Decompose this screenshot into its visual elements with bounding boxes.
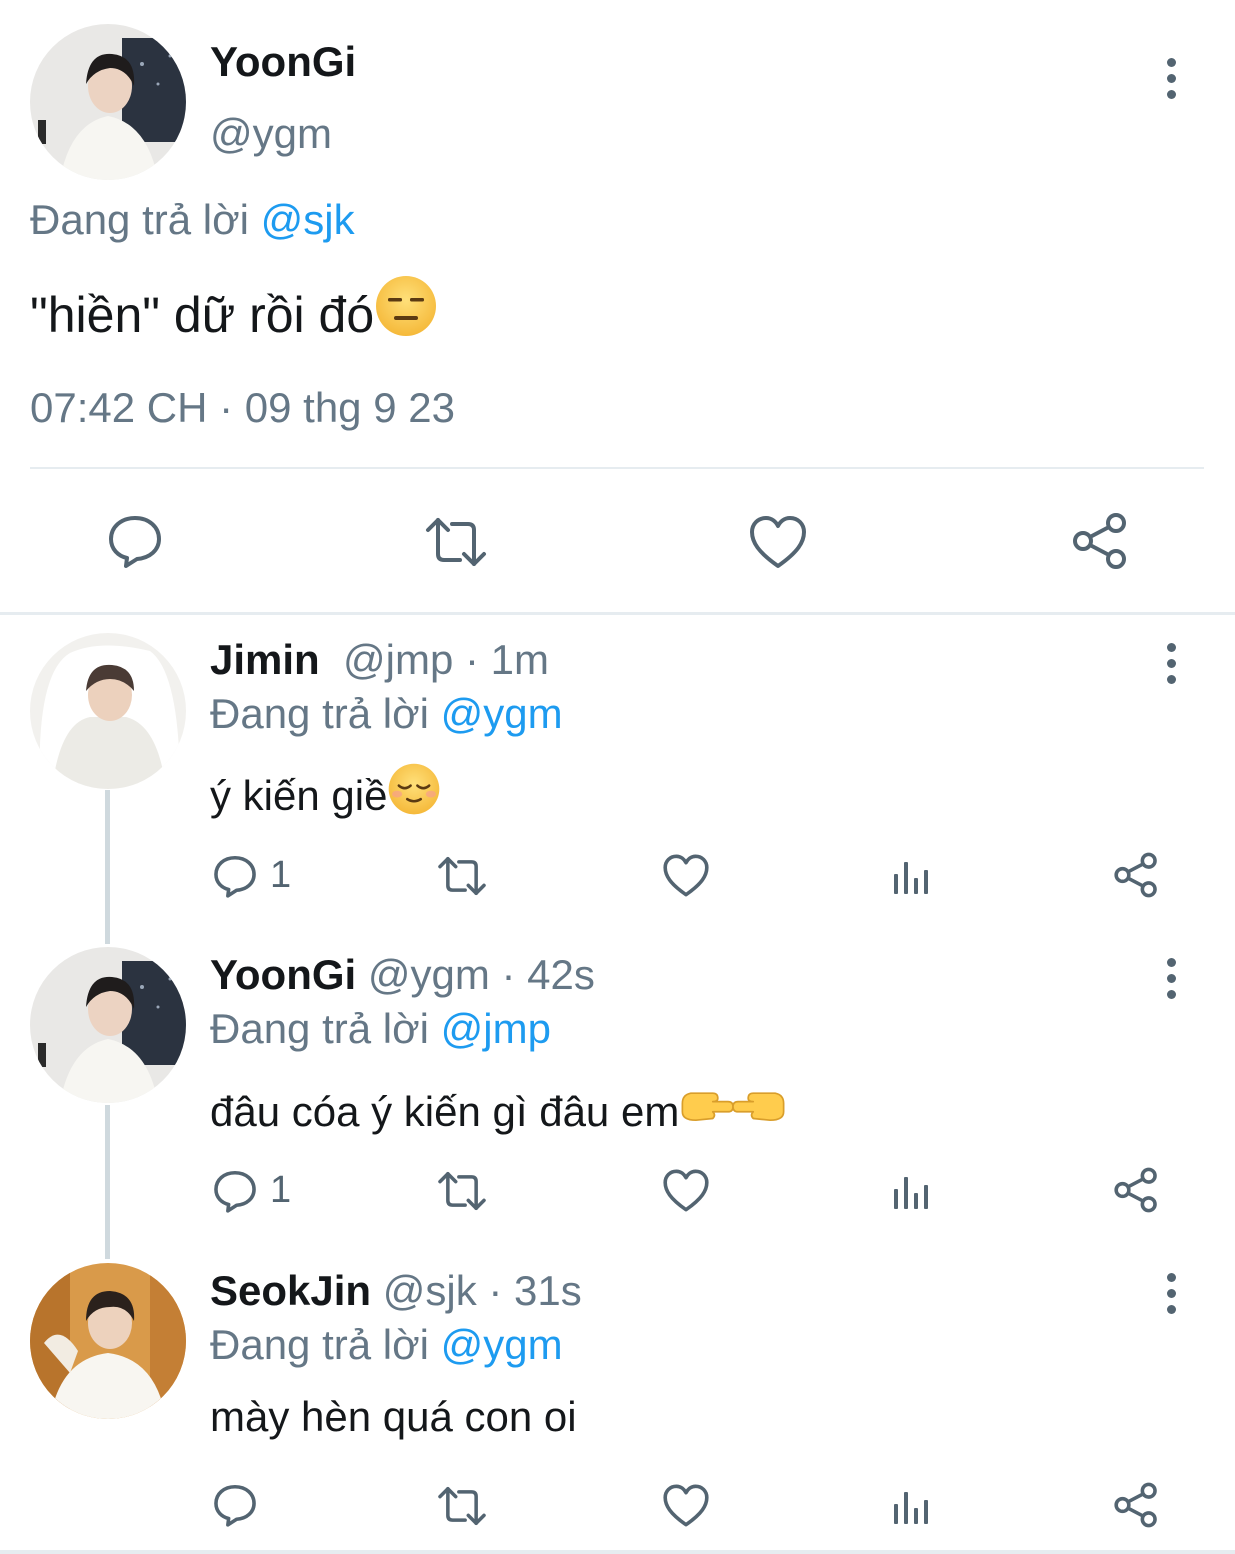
- reply-3-header: SeokJin @sjk · 31s: [210, 1267, 582, 1315]
- main-reply-context: Đang trả lời @sjk: [30, 196, 355, 244]
- reply-2-handle-time[interactable]: @ygm · 42s: [368, 951, 595, 998]
- reply-2-author-name[interactable]: YoonGi: [210, 951, 356, 998]
- reply-3-text: mày hèn quá con oi: [210, 1393, 577, 1440]
- section-divider: [0, 612, 1235, 615]
- reply-2-retweet-icon[interactable]: [435, 1169, 489, 1213]
- reply-3-reply-icon[interactable]: [212, 1482, 258, 1528]
- reply-1-author-name[interactable]: Jimin: [210, 636, 320, 683]
- reply-1-like-icon[interactable]: [662, 853, 710, 898]
- reply-1-analytics-icon[interactable]: [892, 856, 932, 896]
- reply-2-header: YoonGi @ygm · 42s: [210, 951, 595, 999]
- bottom-divider: [0, 1550, 1235, 1554]
- reply-3-handle-time[interactable]: @sjk · 31s: [383, 1267, 582, 1314]
- reply-2-reply-to-link[interactable]: @jmp: [441, 1005, 551, 1052]
- reply-1-reply-count: 1: [270, 854, 292, 896]
- reply-1-reply-context: Đang trả lời @ygm: [210, 690, 563, 738]
- reply-3-reply-prefix: Đang trả lời: [210, 1321, 429, 1368]
- reply-1-avatar[interactable]: [30, 633, 186, 789]
- reply-1-more-options-icon[interactable]: [1161, 643, 1181, 684]
- reply-2-reply-prefix: Đang trả lời: [210, 1005, 429, 1052]
- reply-2-text: đâu cóa ý kiến gì đâu em: [210, 1088, 680, 1135]
- main-share-icon[interactable]: [1071, 512, 1129, 570]
- main-more-options-icon[interactable]: [1161, 58, 1181, 99]
- main-tweet-body: "hiền" dữ rồi đó: [30, 274, 438, 350]
- reply-1-body: ý kiến giề: [210, 762, 441, 826]
- reply-3-like-icon[interactable]: [662, 1483, 710, 1528]
- reply-3-more-options-icon[interactable]: [1161, 1273, 1181, 1314]
- reply-1-reply-icon[interactable]: [212, 853, 258, 899]
- reply-2-reply-context: Đang trả lời @jmp: [210, 1005, 551, 1053]
- reply-2-reply-icon[interactable]: [212, 1168, 258, 1214]
- reply-2-avatar[interactable]: [30, 947, 186, 1103]
- reply-3-reply-context: Đang trả lời @ygm: [210, 1321, 563, 1369]
- reply-3-retweet-icon[interactable]: [435, 1484, 489, 1528]
- thread-connector-line: [105, 790, 110, 944]
- reply-1-retweet-icon[interactable]: [435, 854, 489, 898]
- main-author-name[interactable]: YoonGi: [210, 38, 356, 86]
- main-reply-to-link[interactable]: @sjk: [261, 196, 355, 243]
- reply-2-share-icon[interactable]: [1113, 1167, 1159, 1213]
- main-author-handle[interactable]: @ygm: [210, 110, 332, 158]
- main-retweet-icon[interactable]: [422, 514, 490, 570]
- reply-3-share-icon[interactable]: [1113, 1482, 1159, 1528]
- reply-2-like-icon[interactable]: [662, 1168, 710, 1213]
- expressionless-face-emoji-icon: [374, 274, 438, 350]
- reply-1-reply-prefix: Đang trả lời: [210, 690, 429, 737]
- reply-3-avatar[interactable]: [30, 1263, 186, 1419]
- pointing-fingers-emoji-icon: [679, 1078, 787, 1142]
- main-author-avatar[interactable]: [30, 24, 186, 180]
- reply-2-body: đâu cóa ý kiến gì đâu em: [210, 1078, 787, 1142]
- reply-1-reply-to-link[interactable]: @ygm: [441, 690, 563, 737]
- thread-connector-line: [105, 1105, 110, 1259]
- tweet-thread-page: YoonGi @ygm Đang trả lời @sjk "hiền" dữ …: [0, 0, 1235, 1554]
- reply-1-handle-time[interactable]: @jmp · 1m: [343, 636, 549, 683]
- reply-3-author-name[interactable]: SeokJin: [210, 1267, 371, 1314]
- reply-1-header: Jimin @jmp · 1m: [210, 636, 549, 684]
- main-tweet-timestamp[interactable]: 07:42 CH · 09 thg 9 23: [30, 384, 455, 432]
- reply-3-reply-to-link[interactable]: @ygm: [441, 1321, 563, 1368]
- reply-1-text: ý kiến giề: [210, 772, 388, 819]
- main-like-icon[interactable]: [748, 514, 808, 570]
- main-tweet-divider: [30, 467, 1204, 469]
- reply-3-analytics-icon[interactable]: [892, 1486, 932, 1526]
- main-reply-icon[interactable]: [106, 512, 164, 570]
- reply-2-more-options-icon[interactable]: [1161, 958, 1181, 999]
- main-tweet-text: "hiền" dữ rồi đó: [30, 287, 375, 343]
- relieved-face-emoji-icon: [387, 762, 441, 826]
- reply-1-share-icon[interactable]: [1113, 852, 1159, 898]
- main-reply-prefix: Đang trả lời: [30, 196, 249, 243]
- reply-2-analytics-icon[interactable]: [892, 1171, 932, 1211]
- reply-2-reply-count: 1: [270, 1169, 292, 1211]
